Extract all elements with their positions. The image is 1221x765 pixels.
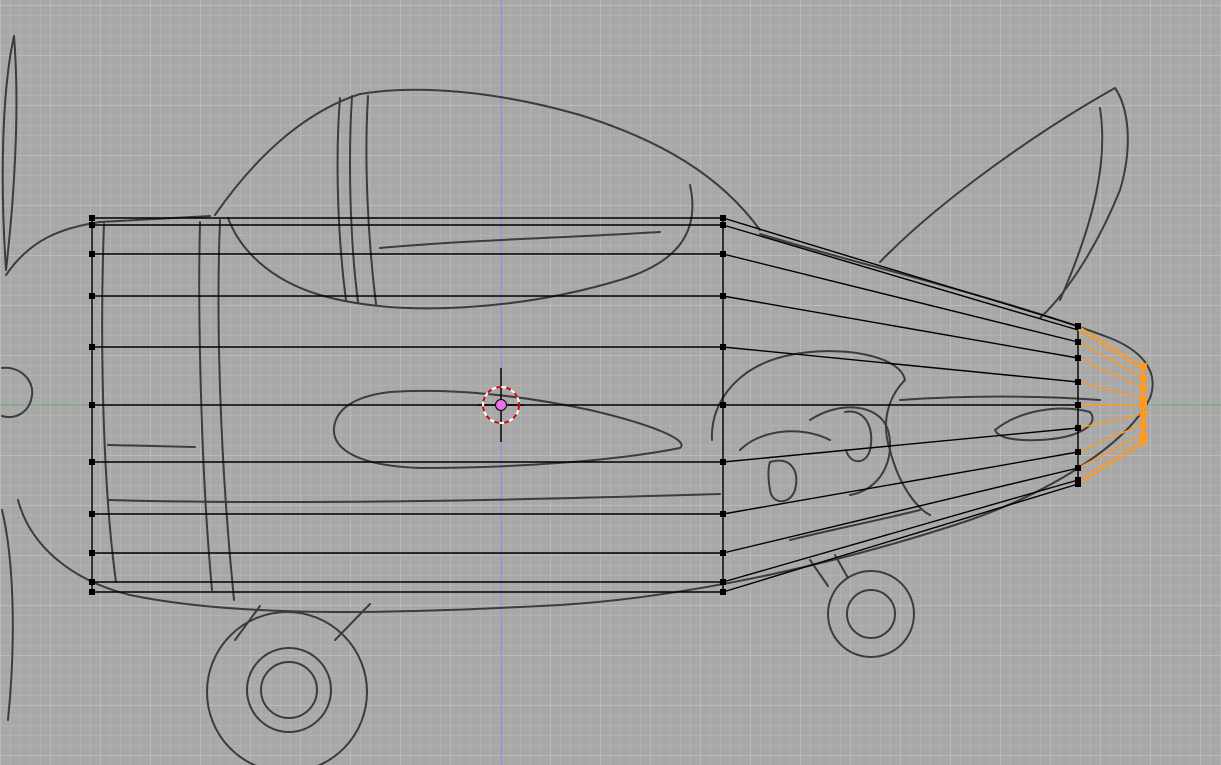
object-origin-icon bbox=[495, 399, 507, 411]
3d-viewport[interactable] bbox=[0, 0, 1221, 765]
viewport-grid bbox=[0, 0, 1221, 765]
viewport-canvas[interactable] bbox=[0, 0, 1221, 765]
selected-vertices[interactable] bbox=[1140, 363, 1147, 445]
